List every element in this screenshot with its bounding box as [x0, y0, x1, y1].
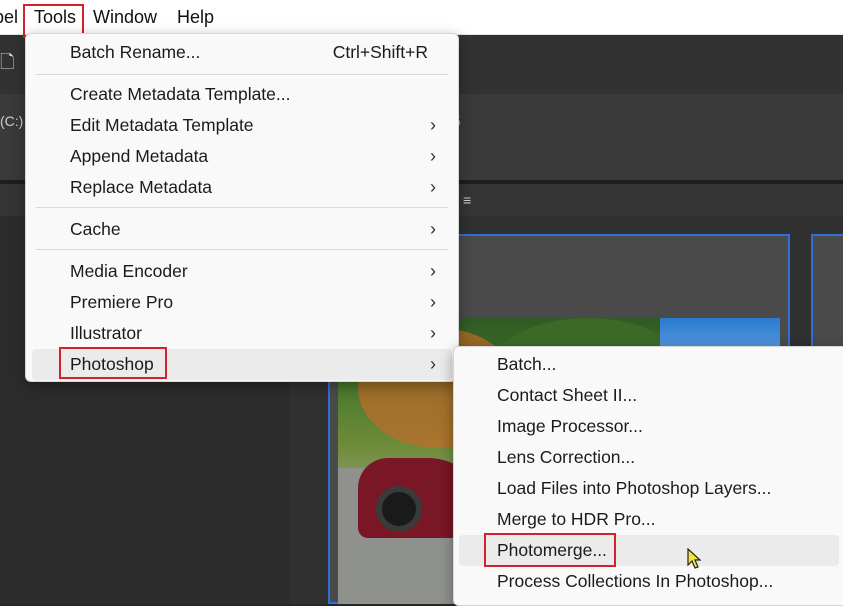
menu-label-partial[interactable]: pel [0, 0, 18, 31]
submenu-item-load-files-layers[interactable]: Load Files into Photoshop Layers... [459, 473, 839, 504]
menu-item-label: Batch Rename... [70, 42, 201, 62]
tools-menu: Batch Rename... Ctrl+Shift+R Create Meta… [25, 33, 459, 382]
submenu-item-process-collections[interactable]: Process Collections In Photoshop... [459, 566, 839, 597]
menu-separator [36, 74, 448, 75]
menu-item-replace-metadata[interactable]: Replace Metadata › [32, 172, 452, 203]
chevron-right-icon: › [430, 219, 436, 239]
photoshop-submenu: Batch... Contact Sheet II... Image Proce… [453, 346, 843, 606]
menu-item-label: Media Encoder [70, 261, 188, 281]
menu-window[interactable]: Window [93, 0, 157, 31]
menu-item-media-encoder[interactable]: Media Encoder › [32, 256, 452, 287]
menu-item-label: Illustrator [70, 323, 142, 343]
menu-item-label: Replace Metadata [70, 177, 213, 197]
menu-item-label: Append Metadata [70, 146, 209, 166]
menu-item-edit-metadata-template[interactable]: Edit Metadata Template › [32, 110, 452, 141]
menu-item-label: Premiere Pro [70, 292, 174, 312]
document-icon[interactable]: 🗋 [0, 50, 14, 80]
panel-menu-icon[interactable]: ≡ [463, 192, 471, 208]
chevron-right-icon: › [430, 177, 436, 197]
highlight-box [484, 533, 616, 567]
menu-item-illustrator[interactable]: Illustrator › [32, 318, 452, 349]
submenu-item-image-processor[interactable]: Image Processor... [459, 411, 839, 442]
menu-item-cache[interactable]: Cache › [32, 214, 452, 245]
chevron-right-icon: › [430, 146, 436, 166]
menu-help[interactable]: Help [177, 0, 214, 31]
menu-item-label: Cache [70, 219, 121, 239]
chevron-right-icon: › [430, 292, 436, 312]
chevron-right-icon: › [430, 261, 436, 281]
drive-label[interactable]: (C:) [0, 113, 23, 129]
mouse-cursor-icon [687, 548, 702, 569]
menu-separator [36, 207, 448, 208]
menu-separator [36, 249, 448, 250]
chevron-right-icon: › [430, 115, 436, 135]
submenu-item-batch[interactable]: Batch... [459, 349, 839, 380]
menu-item-batch-rename[interactable]: Batch Rename... Ctrl+Shift+R [32, 37, 452, 68]
submenu-item-merge-hdr[interactable]: Merge to HDR Pro... [459, 504, 839, 535]
submenu-item-lens-correction[interactable]: Lens Correction... [459, 442, 839, 473]
chevron-right-icon: › [430, 323, 436, 343]
submenu-item-contact-sheet[interactable]: Contact Sheet II... [459, 380, 839, 411]
photo-wheel [376, 486, 422, 532]
chevron-right-icon: › [430, 354, 436, 374]
menu-item-label: Edit Metadata Template [70, 115, 254, 135]
menu-item-append-metadata[interactable]: Append Metadata › [32, 141, 452, 172]
shortcut-text: Ctrl+Shift+R [332, 42, 428, 62]
menu-item-create-metadata-template[interactable]: Create Metadata Template... [32, 79, 452, 110]
menu-bar: pel Tools Window Help [0, 0, 843, 35]
menu-item-premiere-pro[interactable]: Premiere Pro › [32, 287, 452, 318]
menu-item-label: Create Metadata Template... [70, 84, 291, 104]
highlight-box [59, 347, 167, 379]
